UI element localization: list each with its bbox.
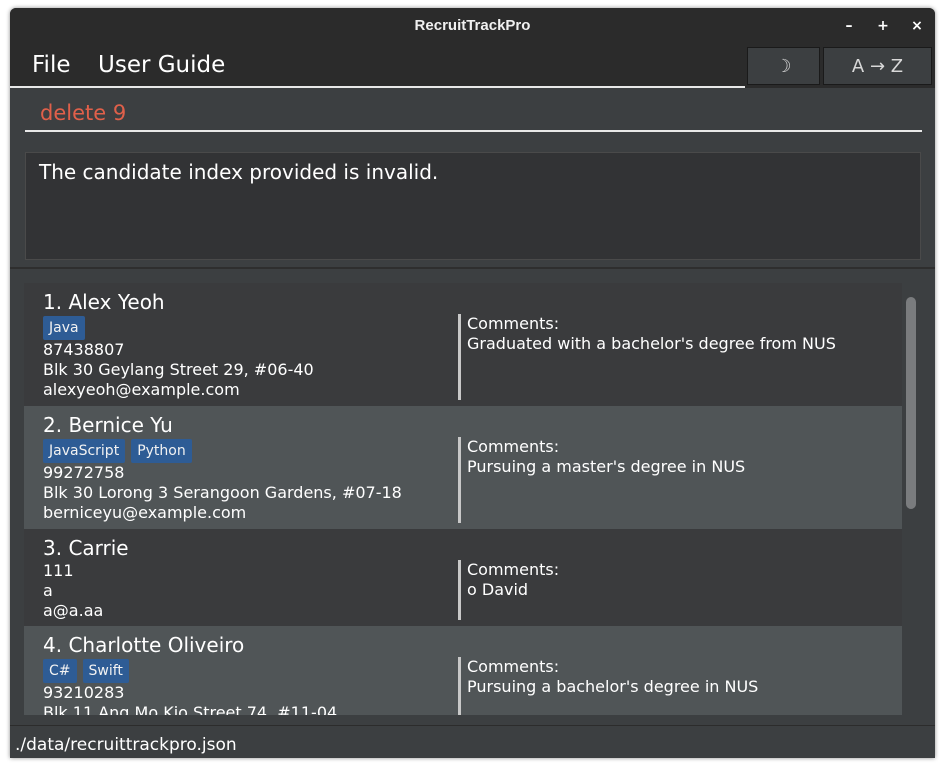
candidate-name: 3. Carrie bbox=[43, 536, 129, 560]
comments-section: Comments: Pursuing a master's degree in … bbox=[458, 437, 745, 523]
candidate-phone: 87438807 bbox=[43, 340, 125, 359]
candidate-address: a bbox=[43, 581, 53, 600]
candidate-email: alexyeoh@example.com bbox=[43, 380, 240, 399]
tag: JavaScript bbox=[43, 439, 126, 463]
candidate-address: Blk 11 Ang Mo Kio Street 74, #11-04 bbox=[43, 703, 338, 715]
candidate-phone: 111 bbox=[43, 561, 74, 580]
menu-bar: File User Guide bbox=[10, 45, 745, 88]
sort-button[interactable]: A → Z bbox=[823, 47, 932, 85]
tag: Swift bbox=[82, 659, 129, 683]
title-bar[interactable]: RecruitTrackPro – + × bbox=[10, 8, 935, 45]
toolbar: ☽ A → Z bbox=[745, 45, 935, 88]
file-path: ./data/recruittrackpro.json bbox=[15, 735, 237, 755]
comments-label: Comments: bbox=[467, 560, 560, 579]
close-button[interactable]: × bbox=[905, 15, 929, 37]
candidate-name: 4. Charlotte Oliveiro bbox=[43, 633, 245, 657]
comment-text: Graduated with a bachelor's degree from … bbox=[467, 334, 836, 353]
candidate-card[interactable]: 2. Bernice Yu JavaScript Python 99272758 … bbox=[24, 406, 902, 529]
tag: C# bbox=[43, 659, 77, 683]
tag: Python bbox=[131, 439, 192, 463]
scrollbar[interactable] bbox=[904, 283, 918, 715]
candidate-list-panel: 1. Alex Yeoh Java 87438807 Blk 30 Geylan… bbox=[10, 269, 935, 725]
comments-label: Comments: bbox=[467, 314, 560, 333]
candidate-address: Blk 30 Geylang Street 29, #06-40 bbox=[43, 360, 314, 379]
candidate-name: 2. Bernice Yu bbox=[43, 413, 173, 437]
command-input[interactable] bbox=[25, 96, 922, 132]
status-bar: ./data/recruittrackpro.json bbox=[10, 725, 935, 758]
comment-text: o David bbox=[467, 580, 529, 599]
result-message: The candidate index provided is invalid. bbox=[39, 160, 439, 184]
tag-list: C# Swift bbox=[43, 659, 135, 683]
scrollbar-thumb[interactable] bbox=[906, 297, 916, 509]
app-window: RecruitTrackPro – + × File User Guide ☽ … bbox=[10, 8, 935, 758]
candidate-email: a@a.aa bbox=[43, 601, 104, 620]
candidate-phone: 93210283 bbox=[43, 683, 125, 702]
result-display: The candidate index provided is invalid. bbox=[25, 152, 921, 260]
menu-user-guide[interactable]: User Guide bbox=[98, 52, 225, 78]
comments-section: Comments: o David bbox=[458, 560, 559, 620]
window-title: RecruitTrackPro bbox=[414, 17, 531, 34]
candidate-address: Blk 30 Lorong 3 Serangoon Gardens, #07-1… bbox=[43, 483, 402, 502]
comments-label: Comments: bbox=[467, 657, 560, 676]
tag-list: Java bbox=[43, 316, 91, 340]
maximize-button[interactable]: + bbox=[871, 15, 895, 37]
tag-list: JavaScript Python bbox=[43, 439, 198, 463]
comment-text: Pursuing a master's degree in NUS bbox=[467, 457, 746, 476]
candidate-card[interactable]: 1. Alex Yeoh Java 87438807 Blk 30 Geylan… bbox=[24, 283, 902, 406]
comments-section: Comments: Pursuing a bachelor's degree i… bbox=[458, 657, 758, 715]
comment-text: Pursuing a bachelor's degree in NUS bbox=[467, 677, 759, 696]
candidate-phone: 99272758 bbox=[43, 463, 125, 482]
command-box bbox=[10, 88, 935, 148]
comments-section: Comments: Graduated with a bachelor's de… bbox=[458, 314, 836, 400]
candidate-card[interactable]: 3. Carrie 111 a a@a.aa Comments: o David bbox=[24, 529, 902, 626]
tag: Java bbox=[43, 316, 85, 340]
candidate-email: berniceyu@example.com bbox=[43, 503, 247, 522]
candidate-name: 1. Alex Yeoh bbox=[43, 290, 165, 314]
comments-label: Comments: bbox=[467, 437, 560, 456]
candidate-card[interactable]: 4. Charlotte Oliveiro C# Swift 93210283 B… bbox=[24, 626, 902, 715]
theme-toggle-button[interactable]: ☽ bbox=[747, 47, 820, 85]
candidate-list[interactable]: 1. Alex Yeoh Java 87438807 Blk 30 Geylan… bbox=[24, 283, 902, 715]
minimize-button[interactable]: – bbox=[837, 15, 861, 37]
menu-file[interactable]: File bbox=[32, 52, 71, 78]
